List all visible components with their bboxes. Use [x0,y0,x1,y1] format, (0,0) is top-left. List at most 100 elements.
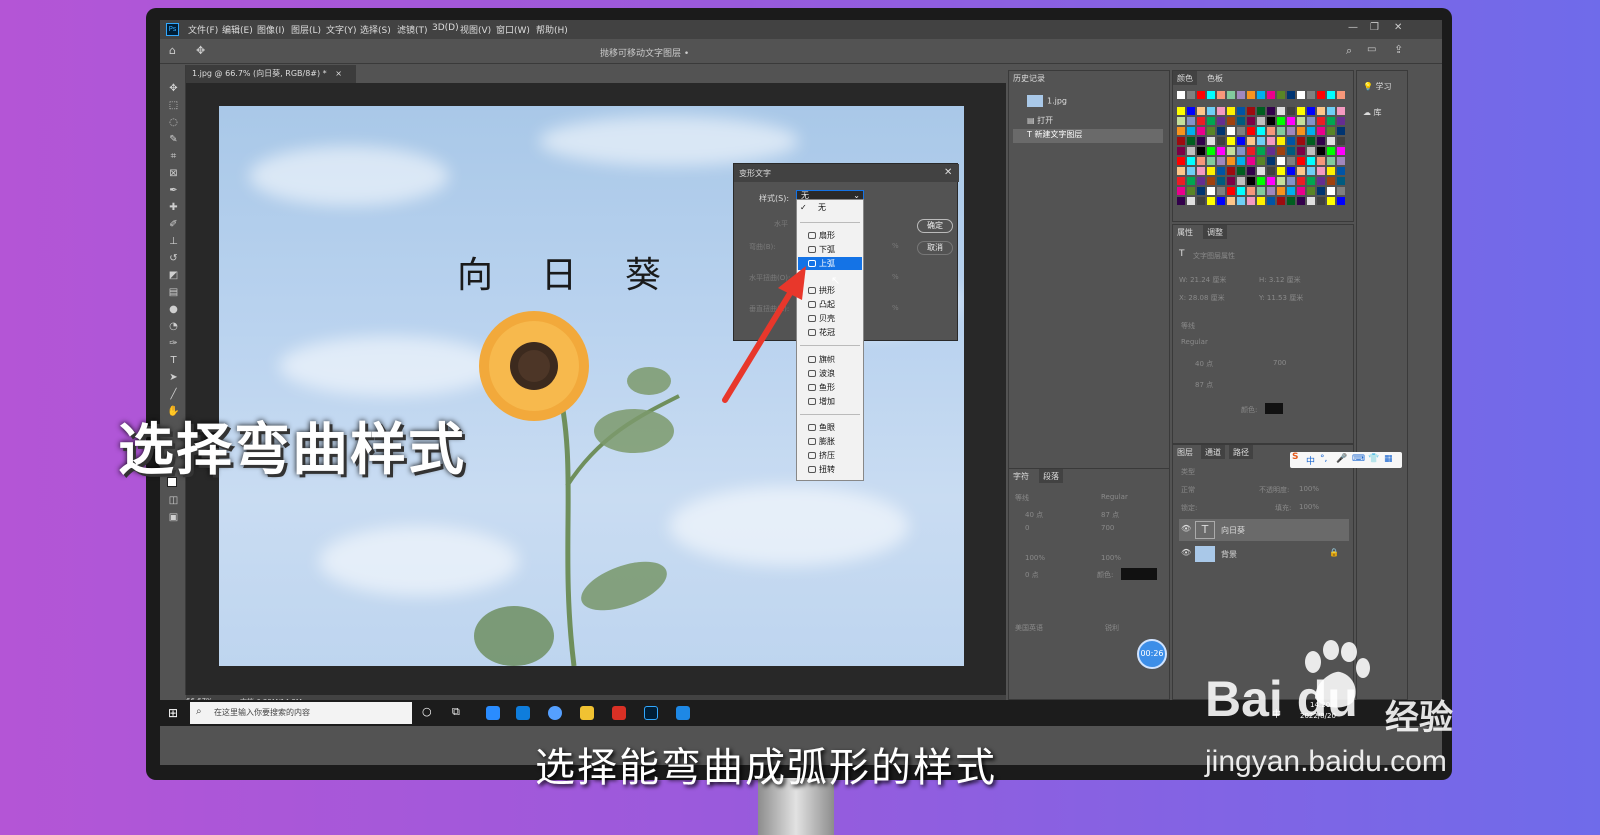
color-swatch[interactable] [1207,91,1215,99]
keyboard-icon[interactable]: ⌨ [1352,454,1365,464]
menu-filter[interactable]: 滤镜(T) [397,23,428,36]
color-swatch[interactable] [1337,167,1345,175]
color-swatch[interactable] [1307,177,1315,185]
file-explorer-icon[interactable] [580,706,594,720]
color-swatch[interactable] [1317,157,1325,165]
color-swatch[interactable] [1277,197,1285,205]
menu-view[interactable]: 视图(V) [460,23,491,36]
color-swatch[interactable] [1257,157,1265,165]
tab-adjustments[interactable]: 调整 [1203,225,1227,239]
close-icon[interactable]: ✕ [1394,22,1402,33]
color-swatch[interactable] [1177,137,1185,145]
color-swatch[interactable] [1317,127,1325,135]
color-swatch[interactable] [1277,177,1285,185]
color-swatch[interactable] [1177,127,1185,135]
opacity-value[interactable]: 100% [1299,485,1319,493]
color-swatch[interactable] [1177,107,1185,115]
color-swatch[interactable] [1317,137,1325,145]
ok-button[interactable]: 确定 [917,219,953,233]
color-swatch[interactable] [1277,187,1285,195]
pen-tool-icon[interactable]: ✑ [167,338,180,350]
color-swatch[interactable] [1337,187,1345,195]
color-swatch[interactable] [1297,157,1305,165]
color-swatch[interactable] [1307,197,1315,205]
color-swatch[interactable] [1337,147,1345,155]
color-swatch[interactable] [1207,117,1215,125]
browser-icon[interactable] [548,706,562,720]
color-swatch[interactable] [1287,147,1295,155]
color-swatch[interactable] [1247,107,1255,115]
color-swatch[interactable] [1337,137,1345,145]
color-swatch[interactable] [1287,187,1295,195]
cortana-icon[interactable]: ○ [422,705,432,718]
props-style[interactable]: Regular [1181,338,1208,346]
color-swatch[interactable] [1257,137,1265,145]
color-swatch[interactable] [1327,187,1335,195]
tab-paragraph[interactable]: 段落 [1039,469,1063,483]
color-swatch[interactable] [1217,117,1225,125]
layer-row-text[interactable]: 👁 T 向日葵 [1179,519,1349,541]
color-swatch[interactable] [1287,127,1295,135]
color-swatch[interactable] [1277,91,1285,99]
edge-icon[interactable] [516,706,530,720]
history-item-new-text-layer[interactable]: T 新建文字图层 [1013,129,1163,143]
frame-tool-icon[interactable]: ⊠ [167,168,180,180]
color-swatch[interactable] [1197,107,1205,115]
color-swatch[interactable] [1217,137,1225,145]
blend-mode[interactable]: 正常 [1181,485,1195,495]
color-swatch[interactable] [1317,187,1325,195]
color-swatch[interactable] [1227,157,1235,165]
color-swatch[interactable] [1197,197,1205,205]
color-swatch[interactable] [1237,117,1245,125]
tab-swatches[interactable]: 色板 [1203,71,1227,85]
dropdown-item-fisheye[interactable]: 鱼眼 [798,421,862,434]
color-swatch[interactable] [1337,117,1345,125]
color-swatch[interactable] [1217,167,1225,175]
color-swatch[interactable] [1287,157,1295,165]
color-swatch[interactable] [1247,157,1255,165]
document-tab[interactable]: 1.jpg @ 66.7% (向日葵, RGB/8#) * × [186,65,356,83]
lasso-tool-icon[interactable]: ◌ [167,117,180,129]
gradient-tool-icon[interactable]: ▤ [167,287,180,299]
layer-filter[interactable]: 类型 [1181,467,1195,477]
color-swatch[interactable] [1237,107,1245,115]
dropdown-item-twist[interactable]: 扭转 [798,463,862,476]
color-swatch[interactable] [1307,187,1315,195]
color-swatch[interactable] [1327,197,1335,205]
props-color-swatch[interactable] [1265,403,1283,414]
ime-punct[interactable]: °, [1320,454,1327,464]
minimize-icon[interactable]: — [1348,22,1358,33]
props-size[interactable]: 40 点 [1195,359,1213,369]
color-swatch[interactable] [1327,91,1335,99]
color-swatch[interactable] [1277,157,1285,165]
windows-start-icon[interactable]: ⊞ [168,706,178,720]
props-y[interactable]: Y: 11.53 厘米 [1259,293,1303,303]
path-select-icon[interactable]: ➤ [167,372,180,384]
color-swatch[interactable] [1257,117,1265,125]
color-swatch[interactable] [1237,197,1245,205]
dodge-tool-icon[interactable]: ◔ [167,321,180,333]
char-kerning[interactable]: 0 [1025,524,1029,532]
color-swatch[interactable] [1307,157,1315,165]
color-swatch[interactable] [1327,127,1335,135]
app-icon[interactable] [676,706,690,720]
ime-mode[interactable]: 中 [1306,454,1315,467]
color-swatch[interactable] [1177,91,1185,99]
color-swatch[interactable] [1197,127,1205,135]
color-swatch[interactable] [1267,107,1275,115]
color-swatch[interactable] [1227,187,1235,195]
color-swatch[interactable] [1187,167,1195,175]
color-swatch[interactable] [1287,137,1295,145]
ime-toolbar[interactable]: S 中 °, 🎤 ⌨ 👕 ▦ [1290,452,1402,468]
color-swatch[interactable] [1187,197,1195,205]
color-swatch[interactable] [1297,147,1305,155]
color-swatch[interactable] [1327,107,1335,115]
color-swatch[interactable] [1297,187,1305,195]
workspace-icon[interactable]: ▭ [1367,44,1376,55]
color-swatch[interactable] [1197,147,1205,155]
tab-properties[interactable]: 属性 [1173,225,1197,239]
color-swatch[interactable] [1237,187,1245,195]
quick-mask-icon[interactable]: ◫ [167,495,180,507]
color-swatch[interactable] [1247,147,1255,155]
color-swatch[interactable] [1337,157,1345,165]
